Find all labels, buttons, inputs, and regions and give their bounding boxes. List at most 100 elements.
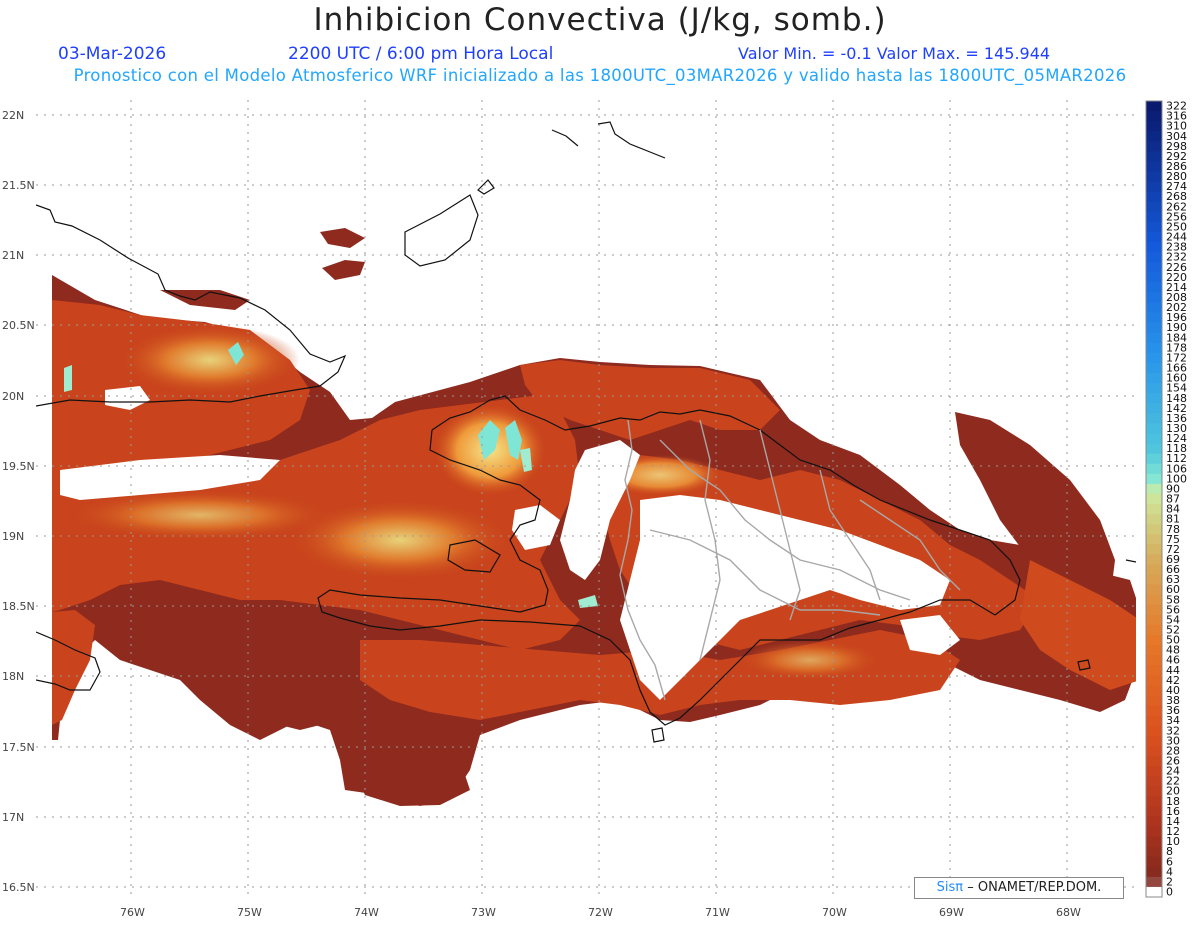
colorbar-swatch — [1146, 302, 1162, 314]
hotspot-cuba — [120, 325, 300, 395]
colorbar-swatch — [1146, 544, 1162, 555]
sispi-logo: Sisπ — [936, 880, 964, 895]
colorbar-swatch — [1146, 806, 1162, 817]
lat-axis: 22N 21.5N 21N 20.5N 20N 19.5N 19N 18.5N … — [2, 109, 35, 894]
colorbar-swatch — [1146, 332, 1162, 344]
colorbar-swatch — [1146, 483, 1162, 495]
colorbar-swatch — [1146, 403, 1162, 414]
colorbar-swatch — [1146, 292, 1162, 304]
lat-label: 21N — [2, 249, 24, 262]
lat-label: 20.5N — [2, 319, 35, 332]
lat-label: 18.5N — [2, 600, 35, 613]
colorbar-swatch — [1146, 211, 1162, 223]
colorbar-swatch — [1146, 242, 1162, 253]
lat-label: 21.5N — [2, 179, 35, 192]
highcin-cuba-2 — [64, 365, 72, 392]
colorbar-swatch — [1146, 131, 1162, 142]
colorbar-swatch — [1146, 796, 1162, 807]
map-canvas: 22N 21.5N 21N 20.5N 20N 19.5N 19N 18.5N … — [2, 100, 1187, 919]
colorbar-swatch — [1146, 584, 1162, 596]
lon-label: 73W — [471, 906, 496, 919]
colorbar-swatch — [1146, 362, 1162, 374]
colorbar-swatch — [1146, 685, 1162, 696]
colorbar-swatch — [1146, 695, 1162, 707]
colorbar: 3223163103042982922862802742682622562502… — [1145, 100, 1187, 898]
colorbar-swatch — [1146, 141, 1162, 152]
colorbar-swatch — [1146, 614, 1162, 626]
colorbar-swatch — [1146, 171, 1162, 183]
colorbar-swatch — [1146, 604, 1162, 616]
lon-label: 74W — [354, 906, 379, 919]
colorbar-swatch — [1146, 504, 1162, 515]
colorbar-swatch — [1146, 735, 1162, 747]
lat-label: 22N — [2, 109, 24, 122]
colorbar-swatch — [1146, 393, 1162, 404]
colorbar-swatch — [1146, 564, 1162, 576]
colorbar-swatch — [1146, 514, 1162, 525]
colorbar-swatch — [1146, 231, 1162, 243]
colorbar-swatch — [1146, 433, 1162, 445]
colorbar-swatch — [1146, 282, 1162, 293]
colorbar-swatch — [1146, 493, 1162, 505]
colorbar-swatch — [1146, 312, 1162, 324]
lon-label: 68W — [1056, 906, 1081, 919]
colorbar-swatch — [1146, 272, 1162, 283]
colorbar-label: 0 — [1166, 885, 1173, 898]
colorbar-swatch — [1146, 665, 1162, 676]
colorbar-swatch — [1146, 886, 1162, 898]
colorbar-swatch — [1146, 111, 1162, 122]
colorbar-swatch — [1146, 322, 1162, 334]
colorbar-swatch — [1146, 453, 1162, 465]
colorbar-swatch — [1146, 181, 1162, 193]
lat-label: 20N — [2, 390, 24, 403]
colorbar-swatch — [1146, 191, 1162, 203]
credit-text: – ONAMET/REP.DOM. — [967, 880, 1102, 895]
colorbar-swatch — [1146, 866, 1162, 878]
colorbar-swatch — [1146, 463, 1162, 475]
colorbar-swatch — [1146, 786, 1162, 797]
colorbar-swatch — [1146, 151, 1162, 162]
colorbar-swatch — [1146, 624, 1162, 636]
colorbar-swatch — [1146, 443, 1162, 455]
colorbar-swatch — [1146, 161, 1162, 173]
lon-label: 75W — [237, 906, 262, 919]
colorbar-swatch — [1146, 554, 1162, 565]
colorbar-swatch — [1146, 755, 1162, 767]
colorbar-swatch — [1146, 836, 1162, 848]
colorbar-swatch — [1146, 715, 1162, 727]
colorbar-swatch — [1146, 594, 1162, 606]
colorbar-swatch — [1146, 383, 1162, 394]
lat-label: 17N — [2, 811, 24, 824]
lat-label: 19N — [2, 530, 24, 543]
lon-label: 71W — [705, 906, 730, 919]
lon-label: 70W — [822, 906, 847, 919]
colorbar-swatch — [1146, 846, 1162, 858]
lon-label: 69W — [939, 906, 964, 919]
colorbar-swatch — [1146, 876, 1162, 888]
colorbar-swatch — [1146, 856, 1162, 868]
colorbar-swatch — [1146, 675, 1162, 686]
colorbar-swatch — [1146, 252, 1162, 263]
lat-label: 19.5N — [2, 460, 35, 473]
colorbar-swatch — [1146, 121, 1162, 132]
colorbar-swatch — [1146, 423, 1162, 435]
colorbar-swatch — [1146, 373, 1162, 384]
hotspot-south-dr — [740, 640, 880, 680]
lat-label: 16.5N — [2, 881, 35, 894]
colorbar-swatch — [1146, 574, 1162, 586]
colorbar-swatch — [1146, 534, 1162, 545]
colorbar-swatch — [1146, 655, 1162, 666]
colorbar-swatch — [1146, 221, 1162, 233]
colorbar-swatch — [1146, 816, 1162, 827]
colorbar-swatch — [1146, 473, 1162, 485]
lon-label: 72W — [588, 906, 613, 919]
colorbar-swatch — [1146, 262, 1162, 273]
lat-label: 17.5N — [2, 741, 35, 754]
colorbar-swatch — [1146, 705, 1162, 717]
colorbar-swatch — [1146, 413, 1162, 424]
colorbar-swatch — [1146, 342, 1162, 354]
colorbar-swatch — [1146, 725, 1162, 737]
colorbar-swatch — [1146, 352, 1162, 364]
colorbar-swatch — [1146, 645, 1162, 656]
colorbar-swatch — [1146, 776, 1162, 787]
